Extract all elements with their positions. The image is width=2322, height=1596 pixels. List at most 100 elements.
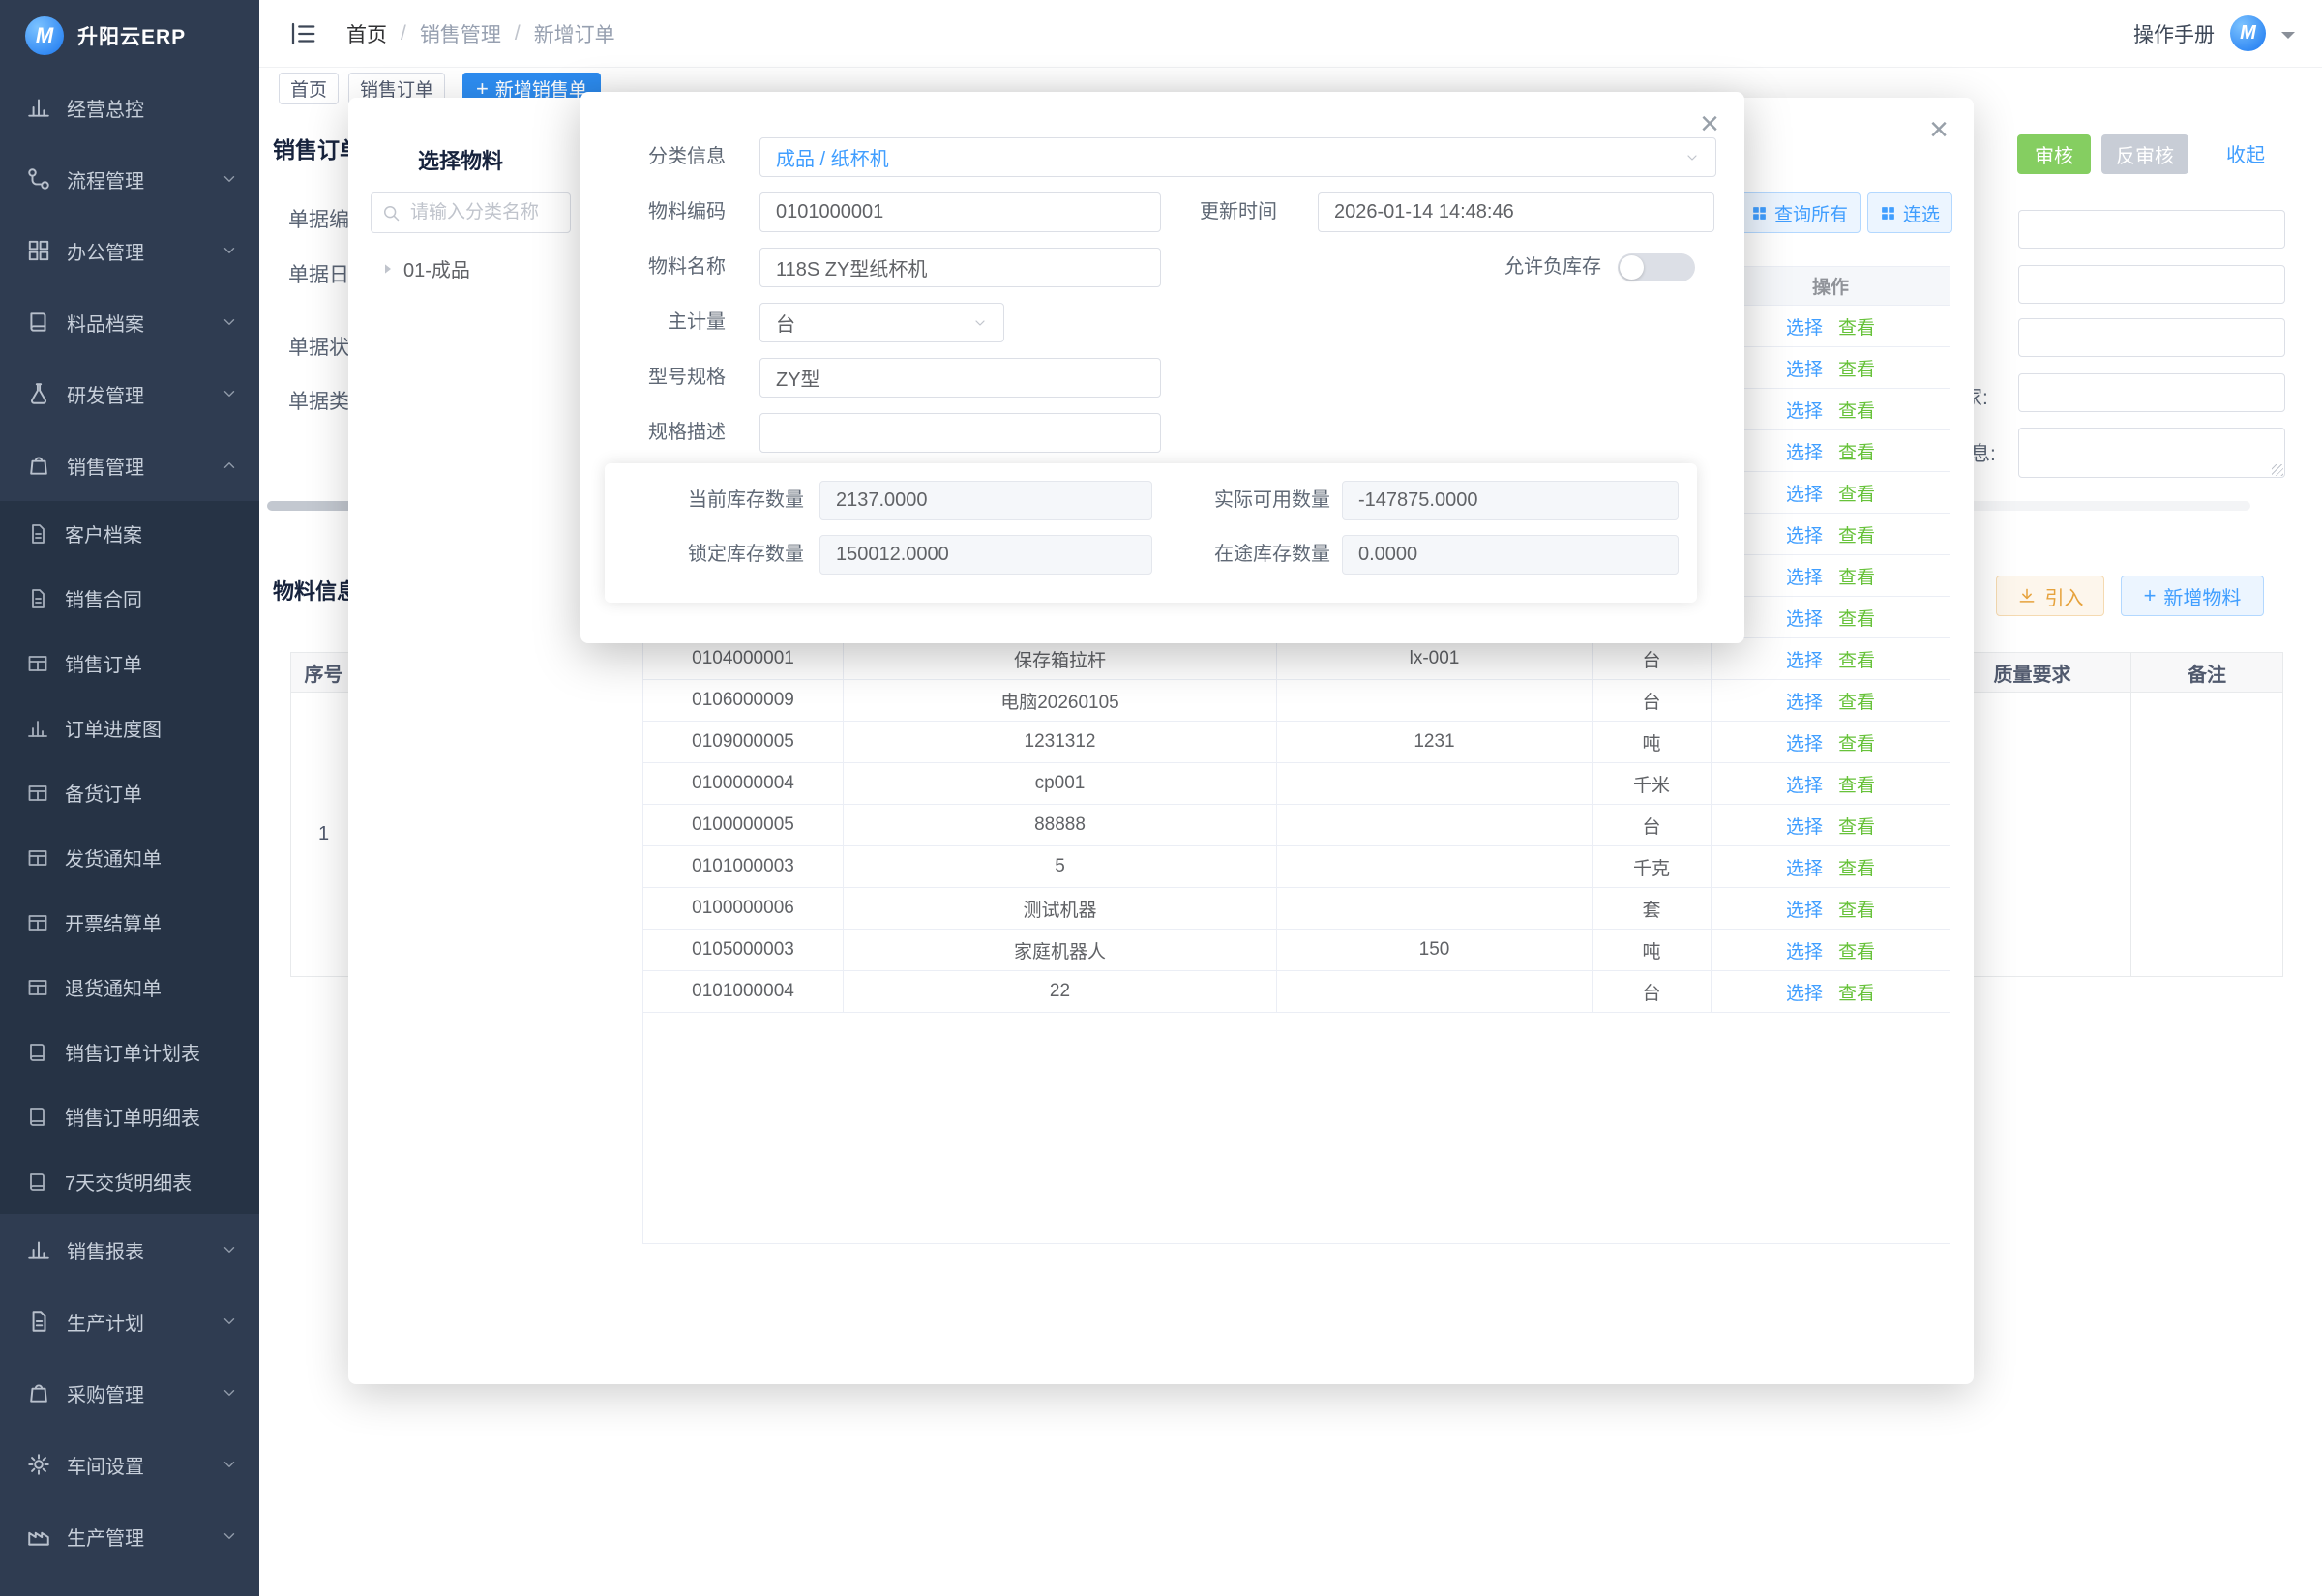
view-link[interactable]: 查看 [1838, 771, 1875, 797]
model-spec-field[interactable]: ZY型 [759, 358, 1161, 398]
select-link[interactable]: 选择 [1786, 979, 1823, 1005]
view-link[interactable]: 查看 [1838, 729, 1875, 755]
sidebar-subitem-order-progress[interactable]: 订单进度图 [0, 695, 259, 760]
audit-button[interactable]: 审核 [2017, 134, 2091, 174]
select-link[interactable]: 选择 [1786, 521, 1823, 547]
view-link[interactable]: 查看 [1838, 438, 1875, 464]
collapse-link[interactable]: 收起 [2226, 139, 2265, 167]
unaudit-button[interactable]: 反审核 [2101, 134, 2188, 174]
view-link[interactable]: 查看 [1838, 313, 1875, 340]
sidebar-subitem-delivery-notice[interactable]: 发货通知单 [0, 825, 259, 890]
view-link[interactable]: 查看 [1838, 480, 1875, 506]
select-link[interactable]: 选择 [1786, 688, 1823, 714]
category-search-field[interactable] [371, 192, 571, 233]
category-search-input[interactable] [408, 201, 560, 224]
sidebar-item-sales-mgmt[interactable]: 销售管理 [0, 429, 259, 501]
select-link[interactable]: 选择 [1786, 813, 1823, 839]
category-tree-node[interactable]: 01-成品 [379, 254, 470, 282]
material-code-field[interactable]: 0101000001 [759, 192, 1161, 232]
right-field-2[interactable] [2018, 265, 2285, 304]
category-select[interactable]: 成品 / 纸杯机 [759, 137, 1716, 177]
sidebar-subitem-order-plan[interactable]: 销售订单计划表 [0, 1020, 259, 1084]
view-link[interactable]: 查看 [1838, 521, 1875, 547]
import-button[interactable]: 引入 [1996, 576, 2104, 616]
user-avatar[interactable]: M [2230, 15, 2266, 51]
query-all-button[interactable]: 查询所有 [1739, 192, 1861, 233]
sidebar-item-purchase-mgmt[interactable]: 采购管理 [0, 1357, 259, 1429]
close-icon[interactable]: × [1929, 113, 1949, 146]
select-link[interactable]: 选择 [1786, 480, 1823, 506]
sidebar-subitem-order-detail[interactable]: 销售订单明细表 [0, 1084, 259, 1149]
book-icon [26, 1170, 49, 1194]
right-field-1[interactable] [2018, 210, 2285, 249]
sidebar-item-process-mgmt[interactable]: 流程管理 [0, 143, 259, 215]
view-link[interactable]: 查看 [1838, 937, 1875, 963]
select-link[interactable]: 选择 [1786, 896, 1823, 922]
view-link[interactable]: 查看 [1838, 854, 1875, 880]
user-menu-caret-icon[interactable] [2281, 32, 2295, 45]
view-link[interactable]: 查看 [1838, 896, 1875, 922]
select-link[interactable]: 选择 [1786, 563, 1823, 589]
select-link[interactable]: 选择 [1786, 438, 1823, 464]
available-stock-label: 实际可用数量 [1214, 481, 1330, 520]
select-link[interactable]: 选择 [1786, 771, 1823, 797]
breadcrumb-sales-mgmt[interactable]: 销售管理 [420, 19, 501, 48]
sidebar-item-clipped[interactable] [0, 1572, 259, 1596]
sidebar-item-office-mgmt[interactable]: 办公管理 [0, 215, 259, 286]
close-icon[interactable]: × [1700, 107, 1719, 140]
sidebar-item-rd-mgmt[interactable]: 研发管理 [0, 358, 259, 429]
sidebar-subitem-return-notice[interactable]: 退货通知单 [0, 955, 259, 1020]
negative-stock-toggle[interactable] [1618, 253, 1695, 281]
view-link[interactable]: 查看 [1838, 563, 1875, 589]
select-link[interactable]: 选择 [1786, 605, 1823, 631]
sidebar-item-workshop-settings[interactable]: 车间设置 [0, 1429, 259, 1500]
manual-link[interactable]: 操作手册 [2133, 19, 2215, 48]
updated-time-field[interactable]: 2026-01-14 14:48:46 [1318, 192, 1714, 232]
view-link[interactable]: 查看 [1838, 813, 1875, 839]
select-link[interactable]: 选择 [1786, 854, 1823, 880]
select-link[interactable]: 选择 [1786, 355, 1823, 381]
view-link[interactable]: 查看 [1838, 355, 1875, 381]
factory-icon [26, 1523, 51, 1549]
table-icon [26, 911, 49, 934]
tab-home[interactable]: 首页 [279, 73, 339, 104]
material-name-field[interactable]: 118S ZY型纸杯机 [759, 248, 1161, 287]
locked-stock-label: 锁定库存数量 [688, 535, 804, 575]
sidebar-item-production-plan[interactable]: 生产计划 [0, 1286, 259, 1357]
view-link[interactable]: 查看 [1838, 688, 1875, 714]
textarea-resize-handle[interactable] [2272, 464, 2283, 476]
chain-select-button[interactable]: 连选 [1867, 192, 1952, 233]
app-logo: M 升阳云ERP [0, 0, 259, 72]
sidebar-subitem-sales-order[interactable]: 销售订单 [0, 631, 259, 695]
select-link[interactable]: 选择 [1786, 397, 1823, 423]
sidebar-item-business-overview[interactable]: 经营总控 [0, 72, 259, 143]
sidebar-subitem-stock-order[interactable]: 备货订单 [0, 760, 259, 825]
sidebar-subitem-invoice-settlement[interactable]: 开票结算单 [0, 890, 259, 955]
sidebar-item-material-archive[interactable]: 料品档案 [0, 286, 259, 358]
sidebar-item-sales-report[interactable]: 销售报表 [0, 1214, 259, 1286]
right-field-3[interactable] [2018, 318, 2285, 357]
view-link[interactable]: 查看 [1838, 646, 1875, 672]
flask-icon [26, 381, 51, 406]
right-field-vendor[interactable] [2018, 373, 2285, 412]
select-link[interactable]: 选择 [1786, 729, 1823, 755]
sidebar-subitem-customer-archive[interactable]: 客户档案 [0, 501, 259, 566]
sidebar-subitem-7day-delivery[interactable]: 7天交货明细表 [0, 1149, 259, 1214]
view-link[interactable]: 查看 [1838, 397, 1875, 423]
sidebar-item-production-mgmt[interactable]: 生产管理 [0, 1500, 259, 1572]
material-row: 0106000009电脑20260105台选择查看 [643, 680, 1950, 722]
spec-desc-field[interactable] [759, 413, 1161, 453]
sidebar-collapse-icon[interactable] [288, 19, 317, 48]
view-link[interactable]: 查看 [1838, 979, 1875, 1005]
sidebar-subitem-sales-contract[interactable]: 销售合同 [0, 566, 259, 631]
material-row: 010100000422台选择查看 [643, 971, 1950, 1013]
select-link[interactable]: 选择 [1786, 937, 1823, 963]
unit-select[interactable]: 台 [759, 303, 1004, 342]
table-icon [26, 652, 49, 675]
info-textarea[interactable] [2018, 428, 2285, 478]
select-link[interactable]: 选择 [1786, 646, 1823, 672]
new-material-button[interactable]: + 新增物料 [2121, 576, 2264, 616]
breadcrumb-home[interactable]: 首页 [346, 19, 387, 48]
view-link[interactable]: 查看 [1838, 605, 1875, 631]
select-link[interactable]: 选择 [1786, 313, 1823, 340]
